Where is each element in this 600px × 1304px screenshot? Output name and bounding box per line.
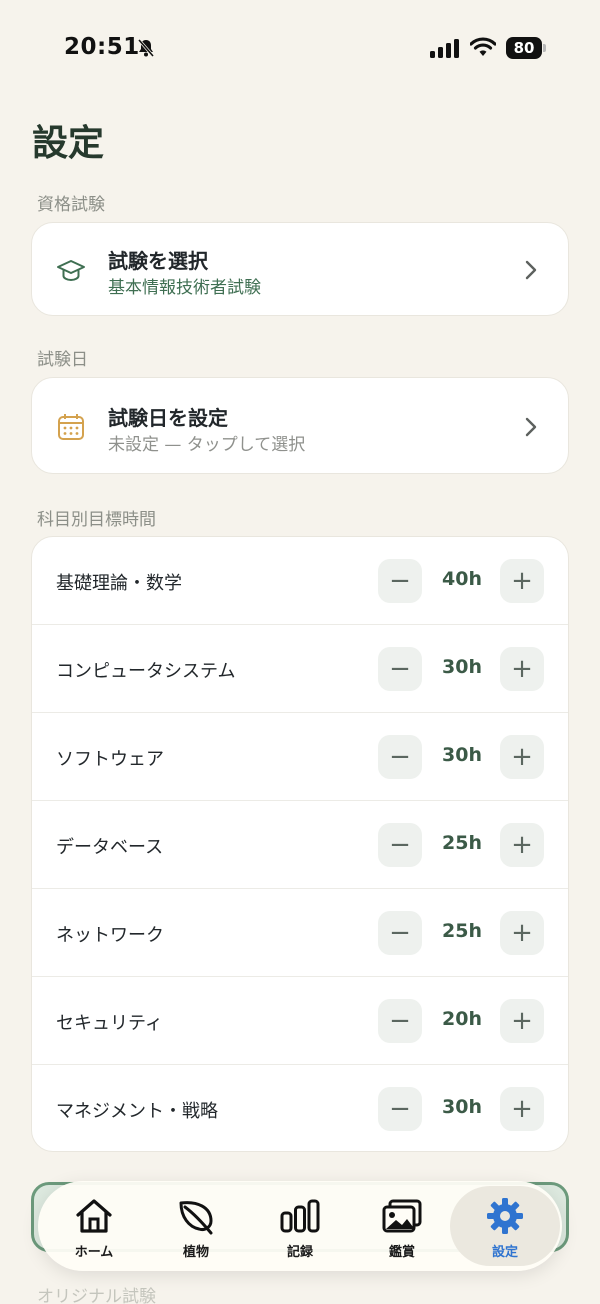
battery-level: 80 bbox=[506, 37, 542, 59]
subject-name: コンピュータシステム bbox=[56, 661, 236, 682]
goal-hours: 30h bbox=[442, 1096, 482, 1118]
increase-button[interactable]: + bbox=[500, 823, 544, 867]
goal-hours: 30h bbox=[442, 744, 482, 766]
select-exam-title: 試験を選択 bbox=[108, 249, 208, 273]
subject-name: マネジメント・戦略 bbox=[56, 1101, 218, 1122]
leaf-icon bbox=[179, 1201, 213, 1235]
goal-hours: 20h bbox=[442, 1008, 482, 1030]
subject-name: ネットワーク bbox=[56, 925, 164, 946]
subject-name: セキュリティ bbox=[56, 1013, 163, 1034]
set-exam-date-title: 試験日を設定 bbox=[108, 406, 228, 430]
house-icon bbox=[76, 1199, 112, 1233]
decrease-button[interactable]: − bbox=[378, 647, 422, 691]
subject-name: ソフトウェア bbox=[56, 749, 164, 770]
wifi-icon bbox=[470, 37, 496, 56]
exam-section-label: 資格試験 bbox=[37, 195, 105, 215]
subject-goals-card: 基礎理論・数学 − 40h + コンピュータシステム − 30h + ソフトウェ… bbox=[31, 536, 569, 1152]
subject-name: 基礎理論・数学 bbox=[56, 573, 182, 594]
decrease-button[interactable]: − bbox=[378, 823, 422, 867]
goal-row: ネットワーク − 25h + bbox=[32, 889, 568, 977]
goal-row: 基礎理論・数学 − 40h + bbox=[32, 537, 568, 625]
goal-hours: 30h bbox=[442, 656, 482, 678]
chevron-right-icon bbox=[525, 417, 537, 437]
bell-off-icon bbox=[137, 39, 155, 57]
tab-label: 鑑賞 bbox=[388, 1245, 415, 1260]
goal-row: コンピュータシステム − 30h + bbox=[32, 625, 568, 713]
goal-hours: 40h bbox=[442, 568, 482, 590]
tab-plants[interactable]: 植物 bbox=[144, 1181, 248, 1271]
tab-label: ホーム bbox=[74, 1245, 114, 1260]
tab-bar: ホーム 植物 記録 鑑賞 設定 bbox=[38, 1181, 562, 1271]
goal-hours: 25h bbox=[442, 920, 482, 942]
decrease-button[interactable]: − bbox=[378, 1087, 422, 1131]
original-exam-section-label: オリジナル試験 bbox=[37, 1287, 156, 1304]
status-bar: 20:51 80 bbox=[0, 0, 600, 96]
status-time: 20:51 bbox=[64, 34, 140, 60]
calendar-icon bbox=[58, 414, 84, 440]
bar-chart-icon bbox=[280, 1199, 320, 1233]
gallery-icon bbox=[382, 1199, 422, 1233]
increase-button[interactable]: + bbox=[500, 647, 544, 691]
cellular-signal-icon bbox=[430, 39, 459, 58]
increase-button[interactable]: + bbox=[500, 911, 544, 955]
goal-row: データベース − 25h + bbox=[32, 801, 568, 889]
goal-row: マネジメント・戦略 − 30h + bbox=[32, 1065, 568, 1151]
exam-date-value: 未設定 — タップして選択 bbox=[108, 435, 306, 455]
decrease-button[interactable]: − bbox=[378, 735, 422, 779]
decrease-button[interactable]: − bbox=[378, 911, 422, 955]
tab-label: 植物 bbox=[182, 1245, 209, 1260]
goal-hours: 25h bbox=[442, 832, 482, 854]
increase-button[interactable]: + bbox=[500, 999, 544, 1043]
page-title: 設定 bbox=[32, 123, 105, 164]
decrease-button[interactable]: − bbox=[378, 999, 422, 1043]
graduation-cap-icon bbox=[57, 260, 85, 282]
tab-records[interactable]: 記録 bbox=[248, 1181, 352, 1271]
increase-button[interactable]: + bbox=[500, 735, 544, 779]
selected-exam-name: 基本情報技術者試験 bbox=[108, 278, 261, 298]
goal-row: セキュリティ − 20h + bbox=[32, 977, 568, 1065]
goal-row: ソフトウェア − 30h + bbox=[32, 713, 568, 801]
tab-gallery[interactable]: 鑑賞 bbox=[350, 1181, 454, 1271]
gear-icon bbox=[487, 1198, 523, 1234]
increase-button[interactable]: + bbox=[500, 559, 544, 603]
set-exam-date-row[interactable]: 試験日を設定 未設定 — タップして選択 bbox=[31, 377, 569, 474]
increase-button[interactable]: + bbox=[500, 1087, 544, 1131]
select-exam-row[interactable]: 試験を選択 基本情報技術者試験 bbox=[31, 222, 569, 316]
tab-home[interactable]: ホーム bbox=[42, 1181, 146, 1271]
tab-settings[interactable]: 設定 bbox=[453, 1181, 557, 1271]
date-section-label: 試験日 bbox=[37, 350, 88, 370]
subject-name: データベース bbox=[56, 837, 164, 858]
chevron-right-icon bbox=[525, 260, 537, 280]
tab-label: 記録 bbox=[286, 1245, 313, 1260]
decrease-button[interactable]: − bbox=[378, 559, 422, 603]
battery-tip bbox=[543, 44, 546, 52]
goals-section-label: 科目別目標時間 bbox=[37, 510, 156, 530]
tab-label: 設定 bbox=[491, 1245, 518, 1260]
